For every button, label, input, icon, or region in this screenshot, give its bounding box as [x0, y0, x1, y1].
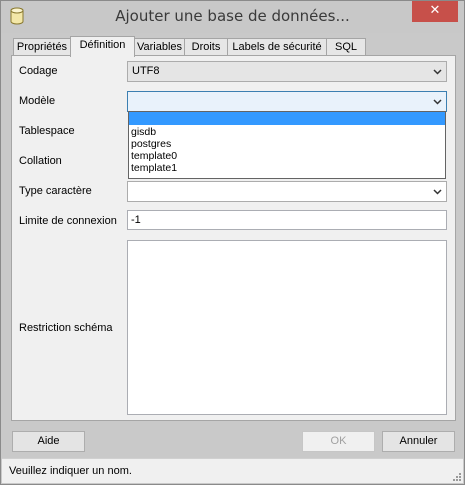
title-bar[interactable]: Ajouter une base de données... ✕ [1, 1, 464, 33]
limite-connexion-label: Limite de connexion [19, 215, 117, 227]
codage-label: Codage [19, 65, 58, 77]
tab-labels-securite[interactable]: Labels de sécurité [227, 38, 327, 56]
limite-connexion-input[interactable]: -1 [127, 210, 447, 230]
tab-proprietes[interactable]: Propriétés [13, 38, 71, 56]
collation-label: Collation [19, 155, 62, 167]
chevron-down-icon [433, 189, 442, 195]
dropdown-option[interactable]: gisdb [131, 126, 156, 138]
chevron-down-icon [433, 69, 442, 75]
type-caractere-select[interactable] [127, 181, 447, 202]
modele-label: Modèle [19, 95, 56, 107]
dropdown-option[interactable]: template0 [131, 150, 177, 162]
modele-select[interactable] [127, 91, 447, 112]
tab-definition[interactable]: Définition [70, 36, 135, 57]
dropdown-option[interactable]: template1 [131, 162, 177, 174]
tab-variables[interactable]: Variables [134, 38, 185, 56]
ok-button[interactable]: OK [302, 431, 375, 452]
restriction-schema-label: Restriction schéma [19, 322, 113, 334]
dropdown-option-empty[interactable] [129, 112, 445, 125]
tab-droits[interactable]: Droits [184, 38, 228, 56]
dropdown-option[interactable]: postgres [131, 138, 171, 150]
close-button[interactable]: ✕ [412, 1, 458, 22]
chevron-down-icon [433, 99, 442, 105]
modele-dropdown-list: gisdb postgres template0 template1 [128, 111, 446, 179]
window-title: Ajouter une base de données... [115, 7, 350, 25]
dialog-window: Ajouter une base de données... ✕ Proprié… [0, 0, 465, 485]
codage-value: UTF8 [132, 65, 160, 77]
restriction-schema-input[interactable] [127, 240, 447, 415]
tablespace-label: Tablespace [19, 125, 75, 137]
codage-select[interactable]: UTF8 [127, 61, 447, 82]
resize-grip-icon[interactable] [451, 471, 461, 481]
limite-connexion-value: -1 [131, 214, 141, 226]
status-bar: Veuillez indiquer un nom. [2, 458, 463, 483]
close-icon: ✕ [429, 3, 441, 18]
type-caractere-label: Type caractère [19, 185, 92, 197]
status-message: Veuillez indiquer un nom. [9, 465, 132, 477]
aide-button[interactable]: Aide [12, 431, 85, 452]
annuler-button[interactable]: Annuler [382, 431, 455, 452]
tab-sql[interactable]: SQL [326, 38, 366, 56]
